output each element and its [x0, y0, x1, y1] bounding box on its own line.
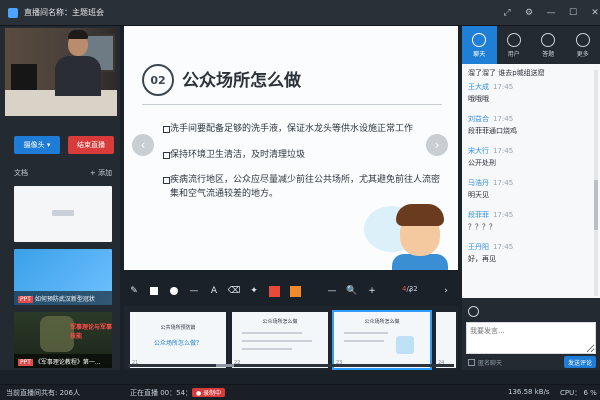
thumbnail-title: 公众场所怎么做 — [262, 319, 298, 325]
maximize-icon[interactable]: ☐ — [562, 8, 584, 18]
doc-tag: PPT — [18, 296, 33, 303]
chat-message: 王丹阳 17:45 好，再见 — [468, 243, 514, 263]
docs-header: 文档 + 添加 — [14, 168, 112, 178]
end-live-button[interactable]: 结束直播 — [68, 136, 114, 154]
eraser-icon[interactable]: ⌫ — [224, 286, 244, 296]
tab-quiz[interactable]: 答题 — [531, 26, 566, 64]
window-title: 直播间名称：主题班会 — [24, 8, 104, 17]
slide-thumbnails: 公共场所预防篇 公众场所怎么做？ 21 公众场所怎么做 22 公众场所怎么做 2… — [124, 306, 458, 370]
doc-tag: PPT — [18, 359, 33, 366]
next-page-icon[interactable]: › — [436, 286, 456, 296]
checkbox-icon — [468, 359, 475, 366]
quiz-icon — [541, 32, 556, 47]
thumbnail-subtitle: 公众场所怎么做？ — [153, 340, 202, 347]
user-icon — [506, 32, 521, 47]
close-icon[interactable]: ✕ — [584, 8, 600, 18]
tab-chat[interactable]: 聊天 — [462, 26, 497, 64]
minimize-icon[interactable]: — — [540, 8, 562, 18]
chat-input[interactable] — [466, 322, 596, 354]
thumbnail-title: 公众场所怎么做 — [364, 319, 400, 325]
doc-item[interactable] — [14, 186, 112, 242]
thumbnail-scroll-thumb[interactable] — [216, 364, 234, 367]
thumbnail-selected[interactable]: 公众场所怎么做 23 — [332, 310, 432, 370]
pen-icon[interactable]: ✎ — [124, 286, 144, 296]
app-logo-icon — [8, 7, 18, 18]
thumbnail[interactable]: 公众场所怎么做 22 — [232, 312, 328, 368]
side-tabs: 聊天 用户 答题 更多 — [462, 26, 600, 64]
next-slide-button[interactable]: › — [426, 134, 448, 156]
slide-bullet: 洗手间要配备足够的洗手液，保证水龙头等供水设施正常工作 — [163, 122, 446, 136]
chat-message: 王大成 17:45 哦哦哦 — [468, 83, 514, 103]
chat-message: 马浩丹 17:45 明天见 — [468, 179, 514, 199]
online-count: 当前直播间共有: 206人 — [6, 389, 80, 397]
divider — [142, 104, 442, 105]
settings-icon[interactable]: ⚙ — [518, 8, 540, 18]
cartoon-illustration — [364, 198, 458, 270]
color-swatch-orange[interactable] — [290, 285, 301, 297]
chat-message: 宋大行 17:45 公开处刑 — [468, 147, 514, 167]
circle-icon[interactable] — [170, 287, 178, 295]
right-panel: 聊天 用户 答题 更多 溜了溜了 谁去p城组送窟 王大成 17:45 哦哦哦 刘益… — [462, 26, 600, 370]
color-swatch-red[interactable] — [269, 285, 280, 297]
docs-label: 文档 — [14, 169, 28, 177]
doc-name: PPT 《军事理论教程》第一... — [14, 354, 112, 368]
text-icon[interactable]: A — [204, 286, 224, 296]
doc-cover — [40, 316, 74, 352]
add-doc-button[interactable]: + 添加 — [90, 168, 112, 178]
search-icon[interactable]: 🔍 — [342, 286, 362, 296]
record-badge[interactable]: ● 录制中 — [192, 388, 226, 397]
status-bar: 当前直播间共有: 206人 正在直播 00：54：42 ● 录制中 136.58… — [0, 384, 600, 400]
share-icon[interactable]: ⤢ — [496, 8, 518, 18]
zoom-out-icon[interactable]: — — [322, 286, 342, 296]
slide-canvas[interactable]: 02 公众场所怎么做 洗手间要配备足够的洗手液，保证水龙头等供水设施正常工作 保… — [124, 26, 458, 270]
slide-heading: 公众场所怎么做 — [182, 71, 301, 91]
window-controls: ⤢ ⚙ — ☐ ✕ — [496, 0, 600, 26]
camera-button[interactable]: 摄像头 ▾ — [14, 136, 60, 154]
left-panel: 摄像头 ▾ 结束直播 文档 + 添加 PPT 如何预防武汉新型冠状 军事理论与军事… — [0, 26, 120, 370]
tab-more[interactable]: 更多 — [566, 26, 600, 64]
slide-section-number: 02 — [142, 64, 174, 96]
camera-preview — [5, 28, 117, 116]
thumbnail-title: 公共场所预防篇 — [160, 325, 196, 331]
doc-item[interactable]: 军事理论与军事技能 PPT 《军事理论教程》第一... — [14, 312, 112, 368]
chat-input-area: 匿名聊天 发送评论 — [462, 300, 600, 370]
title-bar: 直播间名称：主题班会 ⤢ ⚙ — ☐ ✕ — [0, 0, 600, 26]
line-icon[interactable]: — — [184, 286, 204, 296]
slide-bullet: 保持环境卫生清洁，及时清理垃圾 — [163, 148, 446, 162]
live-time: 正在直播 00：54：42 — [130, 389, 201, 397]
laser-icon[interactable]: ✦ — [244, 286, 264, 296]
doc-item[interactable]: PPT 如何预防武汉新型冠状 — [14, 249, 112, 305]
slide-bullet: 疾病流行地区，公众应尽量减少前往公共场所，尤其避免前往人流密集和空气流通较差的地… — [163, 173, 446, 201]
thumbnail-scrollbar[interactable] — [128, 364, 454, 367]
rectangle-icon[interactable] — [150, 287, 158, 295]
chat-scrollbar[interactable] — [594, 70, 598, 296]
tab-users[interactable]: 用户 — [497, 26, 532, 64]
chat-list[interactable]: 溜了溜了 谁去p城组送窟 王大成 17:45 哦哦哦 刘益合 17:45 段菲菲通口… — [462, 64, 600, 298]
anonymous-checkbox[interactable]: 匿名聊天 — [468, 358, 502, 367]
chat-message: 刘益合 17:45 段菲菲通口烧鸡 — [468, 115, 517, 135]
doc-cover-text: 军事理论与军事技能 — [70, 324, 112, 340]
zoom-in-icon[interactable]: + — [362, 286, 382, 296]
chat-icon — [472, 32, 487, 47]
emoji-icon[interactable] — [468, 306, 479, 317]
cpu-usage: CPU： 6 % — [560, 389, 597, 397]
page-indicator: 4/32 — [402, 285, 418, 293]
prev-slide-button[interactable]: ‹ — [132, 134, 154, 156]
thumbnail[interactable]: 24 — [436, 312, 456, 368]
chat-message: 段菲菲 17:45 ？？？？ — [468, 211, 514, 231]
doc-name: PPT 如何预防武汉新型冠状 — [14, 291, 112, 305]
chat-message: 溜了溜了 谁去p城组送窟 — [468, 69, 545, 77]
more-icon — [575, 32, 590, 47]
thumbnail[interactable]: 公共场所预防篇 公众场所怎么做？ 21 — [130, 312, 226, 368]
send-button[interactable]: 发送评论 — [564, 356, 596, 368]
net-speed: 136.58 kB/s — [508, 388, 550, 396]
drawing-toolbar: ✎ — A ⌫ ✦ — 🔍 + ‹ 4/32 › — [124, 280, 458, 302]
